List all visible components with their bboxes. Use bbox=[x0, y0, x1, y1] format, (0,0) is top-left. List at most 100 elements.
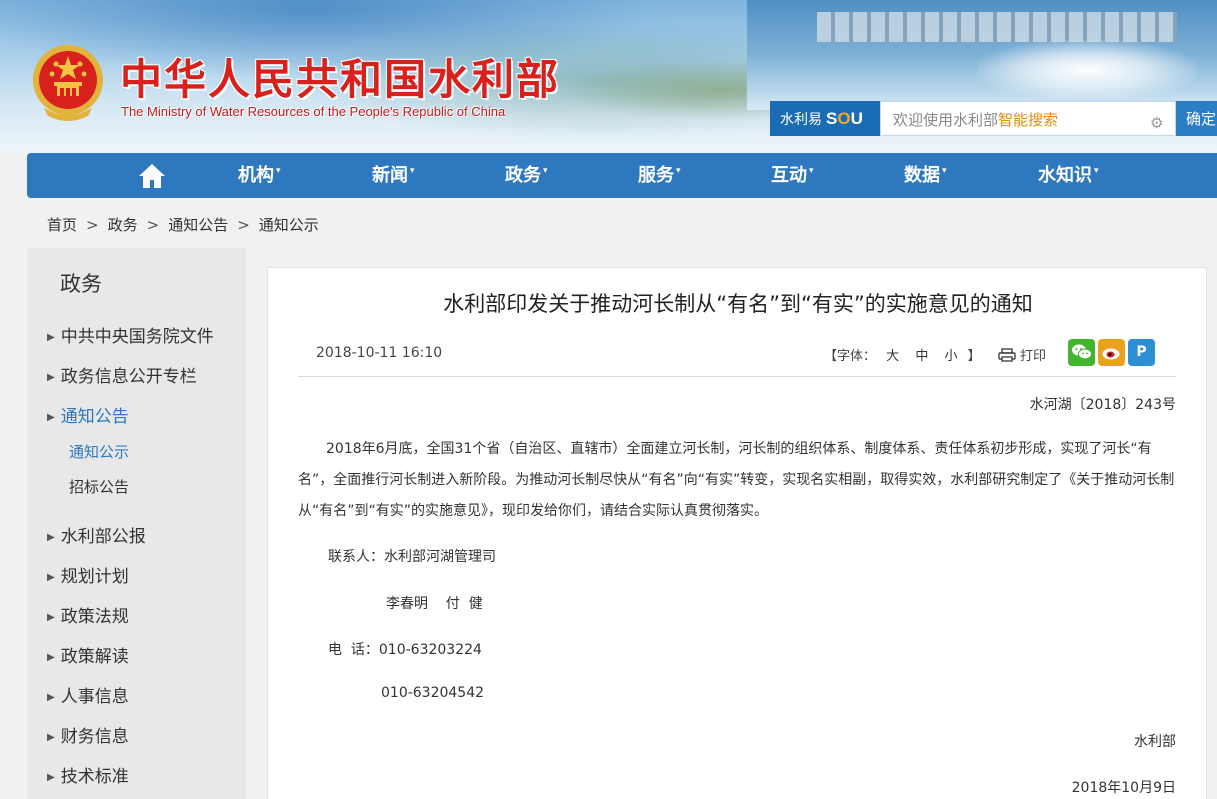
sidebar-item-label: 中共中央国务院文件 bbox=[60, 327, 214, 347]
sidebar-subitem-tender[interactable]: 招标公告 bbox=[69, 476, 129, 497]
nav-item-water-knowledge[interactable]: 水知识 ▾ bbox=[1038, 153, 1099, 198]
pinterest-share-icon[interactable]: P bbox=[1128, 339, 1155, 366]
article-body: 2018年6月底，全国31个省（自治区、直辖市）全面建立河长制，河长制的组织体系… bbox=[298, 441, 1175, 519]
signature: 水利部 bbox=[1134, 734, 1176, 750]
breadcrumb-notices[interactable]: 通知公告 bbox=[168, 216, 228, 234]
sidebar: 政务 ▶ 中共中央国务院文件 ▶ 政务信息公开专栏 ▶ 通知公告 通知公示 招标公告 … bbox=[27, 248, 246, 799]
weibo-share-icon[interactable] bbox=[1098, 339, 1125, 366]
sidebar-item-notices[interactable]: ▶ 通知公告 bbox=[47, 402, 129, 427]
sidebar-item-planning[interactable]: ▶ 规划计划 bbox=[47, 562, 129, 587]
caret-icon: ▾ bbox=[543, 166, 548, 176]
sidebar-item-label: 政务信息公开专栏 bbox=[60, 367, 197, 387]
triangle-right-icon: ▶ bbox=[47, 372, 55, 383]
caret-icon: ▾ bbox=[410, 166, 415, 176]
nav-item-label: 互动 bbox=[771, 165, 807, 186]
search-placeholder: 欢迎使用水利部 bbox=[893, 111, 999, 129]
triangle-right-icon: ▶ bbox=[47, 532, 55, 543]
nav-item-organization[interactable]: 机构 ▾ bbox=[238, 153, 281, 198]
sidebar-item-bulletin[interactable]: ▶ 水利部公报 bbox=[47, 522, 146, 547]
weibo-glyph bbox=[1102, 348, 1119, 360]
triangle-right-icon: ▶ bbox=[47, 332, 55, 343]
font-medium-button[interactable]: 中 bbox=[915, 349, 928, 364]
dam-image bbox=[817, 12, 1177, 42]
sign-date: 2018年10月9日 bbox=[1071, 780, 1176, 796]
breadcrumb-separator: > bbox=[237, 216, 250, 234]
wechat-share-icon[interactable] bbox=[1068, 339, 1095, 366]
breadcrumb-home[interactable]: 首页 bbox=[47, 216, 77, 234]
print-label: 打印 bbox=[1020, 349, 1047, 364]
nav-item-data[interactable]: 数据 ▾ bbox=[904, 153, 947, 198]
sidebar-item-label: 技术标准 bbox=[60, 767, 129, 787]
article-panel: 水利部印发关于推动河长制从“有名”到“有实”的实施意见的通知 2018-10-1… bbox=[267, 267, 1207, 799]
sou-logo-u: U bbox=[850, 108, 863, 128]
dam-image bbox=[977, 40, 1197, 100]
font-size-label: 【字体： bbox=[824, 349, 877, 364]
caret-icon: ▾ bbox=[676, 166, 681, 176]
nav-item-label: 服务 bbox=[638, 165, 674, 186]
sidebar-item-disclosure[interactable]: ▶ 政务信息公开专栏 bbox=[47, 362, 197, 387]
triangle-right-icon: ▶ bbox=[47, 652, 55, 663]
contact-phone: 电 话：010-63203224 bbox=[328, 642, 482, 658]
breadcrumb-government[interactable]: 政务 bbox=[108, 216, 138, 234]
triangle-right-icon: ▶ bbox=[47, 692, 55, 703]
font-small-button[interactable]: 小 bbox=[944, 349, 957, 364]
sidebar-item-central-documents[interactable]: ▶ 中共中央国务院文件 bbox=[47, 322, 214, 347]
sidebar-item-label: 财务信息 bbox=[60, 727, 129, 747]
sidebar-item-finance[interactable]: ▶ 财务信息 bbox=[47, 722, 129, 747]
main-nav: 机构 ▾ 新闻 ▾ 政务 ▾ 服务 ▾ 互动 ▾ 数据 ▾ 水知识 ▾ bbox=[27, 153, 1217, 198]
divider bbox=[298, 376, 1176, 377]
print-button[interactable]: 打印 bbox=[998, 345, 1046, 364]
nav-item-label: 机构 bbox=[238, 165, 274, 186]
triangle-right-icon: ▶ bbox=[47, 732, 55, 743]
caret-icon: ▾ bbox=[942, 166, 947, 176]
caret-icon: ▾ bbox=[1094, 166, 1099, 176]
sou-logo-s: S bbox=[826, 108, 838, 128]
gear-icon[interactable]: ⚙ bbox=[1150, 114, 1163, 132]
search-placeholder-highlight: 智能搜索 bbox=[998, 111, 1059, 129]
sidebar-item-label: 人事信息 bbox=[60, 687, 129, 707]
nav-item-label: 数据 bbox=[904, 165, 940, 186]
search-input[interactable]: 欢迎使用水利部智能搜索 bbox=[880, 101, 1176, 136]
wechat-glyph bbox=[1071, 344, 1092, 360]
sidebar-item-label: 政策解读 bbox=[60, 647, 129, 667]
search-brand-text: 水利易 bbox=[780, 111, 822, 128]
triangle-right-icon: ▶ bbox=[47, 572, 55, 583]
breadcrumb-separator: > bbox=[146, 216, 160, 234]
triangle-right-icon: ▶ bbox=[47, 612, 55, 623]
sidebar-item-label: 通知公告 bbox=[60, 407, 129, 427]
sidebar-item-label: 政策法规 bbox=[60, 607, 129, 627]
nav-item-government[interactable]: 政务 ▾ bbox=[505, 153, 548, 198]
nav-item-interaction[interactable]: 互动 ▾ bbox=[771, 153, 814, 198]
nav-item-news[interactable]: 新闻 ▾ bbox=[372, 153, 415, 198]
contact-department: 联系人：水利部河湖管理司 bbox=[328, 549, 496, 565]
contact-phone-2: 010-63204542 bbox=[381, 685, 485, 701]
sidebar-item-standards[interactable]: ▶ 技术标准 bbox=[47, 762, 129, 787]
sidebar-item-label: 规划计划 bbox=[60, 567, 129, 587]
home-icon[interactable] bbox=[137, 161, 167, 191]
breadcrumb-separator: > bbox=[86, 216, 99, 234]
font-size-label-close: 】 bbox=[967, 349, 981, 364]
sidebar-subitem-notice-publicity[interactable]: 通知公示 bbox=[69, 441, 129, 462]
sidebar-item-label: 水利部公报 bbox=[60, 527, 146, 547]
nav-item-service[interactable]: 服务 ▾ bbox=[638, 153, 681, 198]
nav-item-label: 水知识 bbox=[1038, 165, 1092, 186]
nav-item-label: 新闻 bbox=[372, 165, 408, 186]
national-emblem-icon[interactable] bbox=[30, 42, 106, 122]
sidebar-title: 政务 bbox=[60, 272, 102, 296]
font-large-button[interactable]: 大 bbox=[886, 349, 899, 364]
nav-item-label: 政务 bbox=[505, 165, 541, 186]
sidebar-item-regulations[interactable]: ▶ 政策法规 bbox=[47, 602, 129, 627]
site-subtitle: The Ministry of Water Resources of the P… bbox=[121, 104, 506, 119]
site-title[interactable]: 中华人民共和国水利部 bbox=[120, 46, 560, 107]
caret-icon: ▾ bbox=[809, 166, 814, 176]
sou-logo-o: O bbox=[837, 108, 851, 128]
search-brand-logo: 水利易 SOU bbox=[770, 101, 880, 136]
sidebar-item-policy-interpretation[interactable]: ▶ 政策解读 bbox=[47, 642, 129, 667]
contact-names: 李春明 付 健 bbox=[386, 596, 483, 612]
caret-icon: ▾ bbox=[276, 166, 281, 176]
sidebar-item-personnel[interactable]: ▶ 人事信息 bbox=[47, 682, 129, 707]
sou-logo: SOU bbox=[826, 109, 863, 129]
search-submit-button[interactable]: 确定 bbox=[1176, 101, 1217, 136]
breadcrumb-current[interactable]: 通知公示 bbox=[259, 216, 319, 234]
breadcrumb: 首页 > 政务 > 通知公告 > 通知公示 bbox=[47, 214, 319, 235]
